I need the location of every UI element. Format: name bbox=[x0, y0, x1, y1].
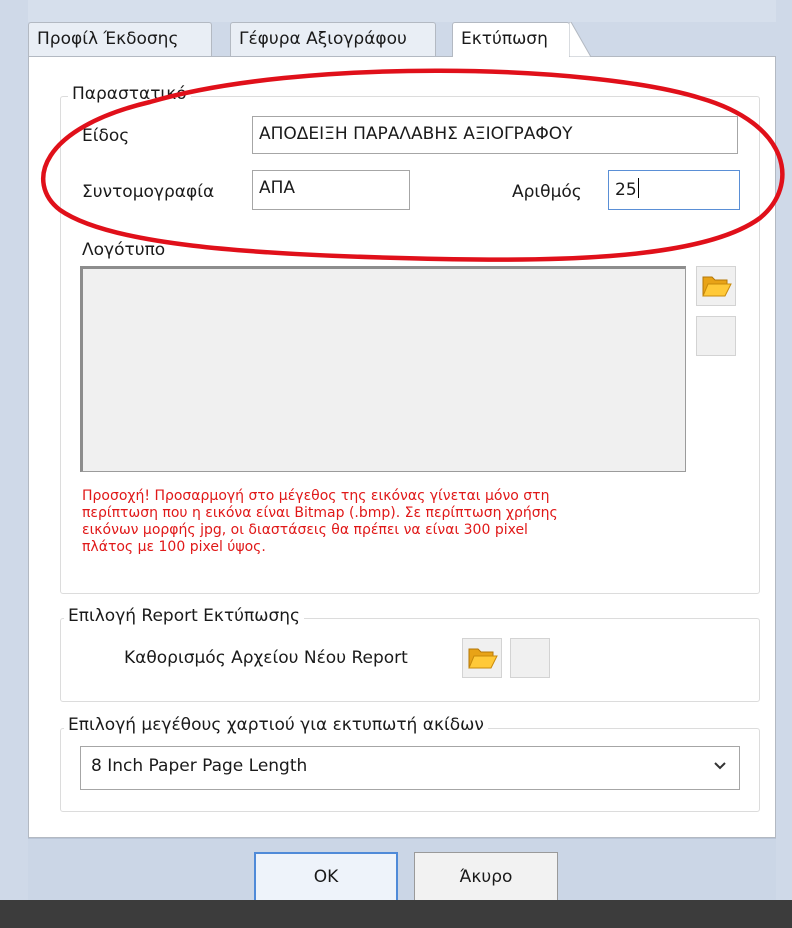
report-clear-button[interactable] bbox=[510, 638, 550, 678]
tab-slant-shape bbox=[569, 22, 591, 57]
type-value: ΑΠΟΔΕΙΞΗ ΠΑΡΑΛΑΒΗΣ ΑΞΙΟΓΡΑΦΟΥ bbox=[259, 124, 573, 144]
tab-label: Προφίλ Έκδοσης bbox=[37, 29, 179, 49]
warning-line: Προσοχή! Προσαρμογή στο μέγεθος της εικό… bbox=[82, 488, 550, 504]
cancel-button-label: Άκυρο bbox=[459, 867, 513, 887]
window-bottom-border bbox=[0, 900, 792, 928]
number-label: Αριθμός bbox=[512, 182, 582, 202]
report-group-title: Επιλογή Report Εκτύπωσης bbox=[64, 606, 305, 626]
folder-icon bbox=[468, 648, 498, 669]
title-strip bbox=[0, 0, 792, 22]
paper-group-title: Επιλογή μεγέθους χαρτιού για εκτυπωτή ακ… bbox=[64, 715, 488, 735]
abbreviation-value: ΑΠΑ bbox=[259, 178, 296, 198]
number-value: 25 bbox=[615, 180, 637, 200]
cancel-button[interactable]: Άκυρο bbox=[414, 852, 558, 902]
tab-printing[interactable]: Εκτύπωση bbox=[452, 22, 591, 57]
text-caret bbox=[637, 178, 639, 198]
tab-check-bridge[interactable]: Γέφυρα Αξιογράφου bbox=[230, 22, 436, 56]
tab-label: Γέφυρα Αξιογράφου bbox=[239, 29, 407, 49]
number-field[interactable]: 25 bbox=[608, 170, 740, 210]
paper-size-select[interactable]: 8 Inch Paper Page Length bbox=[80, 746, 740, 790]
window-right-border bbox=[776, 0, 792, 928]
abbreviation-field[interactable]: ΑΠΑ bbox=[252, 170, 410, 210]
paper-size-value: 8 Inch Paper Page Length bbox=[91, 756, 308, 776]
report-browse-button[interactable] bbox=[462, 638, 502, 678]
ok-button-label: OK bbox=[313, 867, 339, 887]
warning-line: περίπτωση που η εικόνα είναι Bitmap (.bm… bbox=[82, 505, 558, 521]
folder-icon bbox=[702, 276, 732, 297]
abbreviation-label: Συντομογραφία bbox=[82, 182, 215, 202]
logo-image-area[interactable] bbox=[80, 266, 686, 472]
window-left-border bbox=[0, 0, 28, 928]
define-report-label: Καθορισμός Αρχείου Νέου Report bbox=[124, 648, 408, 668]
type-field[interactable]: ΑΠΟΔΕΙΞΗ ΠΑΡΑΛΑΒΗΣ ΑΞΙΟΓΡΑΦΟΥ bbox=[252, 116, 738, 154]
dialog-button-bar bbox=[28, 838, 776, 900]
logo-browse-button[interactable] bbox=[696, 266, 736, 306]
logo-clear-button[interactable] bbox=[696, 316, 736, 356]
warning-line: εικόνων μορφής jpg, οι διαστάσεις θα πρέ… bbox=[82, 522, 528, 538]
logo-warning-text: Προσοχή! Προσαρμογή στο μέγεθος της εικό… bbox=[82, 488, 722, 556]
tab-issue-profile[interactable]: Προφίλ Έκδοσης bbox=[28, 22, 212, 56]
warning-line: πλάτος με 100 pixel ύψος. bbox=[82, 539, 266, 555]
type-label: Είδος bbox=[82, 126, 130, 146]
logo-label: Λογότυπο bbox=[82, 240, 166, 260]
document-group-title: Παραστατικό bbox=[68, 84, 191, 104]
tab-label: Εκτύπωση bbox=[461, 29, 548, 49]
ok-button[interactable]: OK bbox=[254, 852, 398, 902]
chevron-down-icon bbox=[714, 762, 726, 770]
